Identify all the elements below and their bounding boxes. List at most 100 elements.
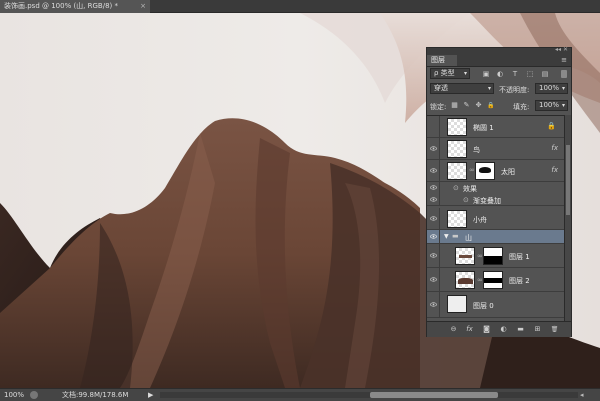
link-layers-icon[interactable]: ⊖	[449, 325, 458, 334]
visibility-toggle[interactable]	[427, 160, 440, 181]
visibility-toggle[interactable]	[427, 292, 440, 317]
scroll-arrow-icon[interactable]: ◂	[580, 389, 584, 401]
chain-link-icon: ∞	[477, 252, 483, 260]
status-bar: 100% 文档:99.8M/178.6M ▶ ◂	[0, 388, 600, 401]
add-style-icon[interactable]: fx	[465, 325, 474, 334]
filter-kind-dropdown[interactable]: ρ 类型 ▾	[430, 68, 470, 79]
image-filter-icon[interactable]: ▣	[482, 70, 490, 78]
lock-label: 锁定:	[430, 103, 447, 111]
layer-thumbnail	[447, 140, 467, 158]
layers-list: 椭圆 1 🔒 鸟 fx ∞ 太阳 fx ⊙ 效果 ⊙ 渐变叠加 小舟 ▼ ▬ 山…	[427, 115, 564, 322]
blend-mode-dropdown[interactable]: 穿透 ▾	[430, 83, 494, 94]
close-icon[interactable]: ×	[140, 0, 146, 13]
layer-row[interactable]: ∞ 图层 2	[427, 268, 564, 292]
layer-name: 椭圆 1	[473, 124, 494, 132]
chevron-down-icon: ▾	[561, 85, 565, 92]
layer-name: 图层 2	[509, 277, 530, 285]
status-info-icon[interactable]	[30, 391, 38, 399]
layers-panel: ◂◂ ✕ 图层 ≡ ρ 类型 ▾ ▣ ◐ T ⬚ ▤ 穿透 ▾ 不透明度: 100%…	[426, 46, 572, 337]
chain-link-icon: ∞	[477, 276, 483, 284]
fx-icon[interactable]: fx	[551, 166, 558, 174]
document-tab[interactable]: 装饰画.psd @ 100% (山, RGB/8) * ×	[0, 0, 150, 13]
visibility-toggle[interactable]	[427, 244, 440, 267]
effects-label: 效果	[463, 185, 477, 193]
opacity-field[interactable]: 100% ▾	[535, 83, 568, 94]
effect-row[interactable]: ⊙ 渐变叠加	[427, 194, 564, 206]
adjustment-layer-icon[interactable]: ◐	[499, 325, 508, 334]
mask-thumbnail	[483, 247, 503, 265]
mask-thumbnail	[483, 271, 503, 289]
lock-position-icon[interactable]: ✥	[475, 102, 482, 109]
mask-thumbnail	[475, 162, 495, 180]
layer-row[interactable]: ∞ 图层 1	[427, 244, 564, 268]
lock-icon: 🔒	[547, 122, 556, 130]
chevron-down-icon: ▾	[463, 70, 467, 77]
panel-menu-icon[interactable]: ≡	[561, 55, 567, 66]
eye-icon	[430, 185, 437, 190]
layer-thumbnail	[455, 247, 475, 265]
eye-icon	[430, 168, 437, 173]
layer-row[interactable]: ∞ 太阳 fx	[427, 160, 564, 182]
type-filter-icon[interactable]: T	[511, 70, 519, 78]
eye-icon	[430, 234, 437, 239]
lock-image-icon[interactable]: ✎	[463, 102, 470, 109]
visibility-toggle[interactable]	[427, 182, 440, 194]
eye-icon	[430, 277, 437, 282]
disclosure-triangle-icon[interactable]: ▼	[444, 233, 449, 240]
layer-thumbnail	[447, 210, 467, 228]
visibility-toggle[interactable]	[427, 268, 440, 291]
layer-row[interactable]: 鸟 fx	[427, 138, 564, 160]
filter-toggle-switch[interactable]	[561, 70, 567, 78]
visibility-toggle[interactable]	[427, 138, 440, 159]
fx-icon[interactable]: fx	[551, 144, 558, 152]
document-size-info: 文档:99.8M/178.6M	[62, 391, 129, 399]
layer-thumbnail	[455, 271, 475, 289]
layer-name: 太阳	[501, 168, 515, 176]
layer-row[interactable]: 小舟	[427, 208, 564, 230]
chain-link-icon: ∞	[469, 166, 475, 174]
visibility-toggle[interactable]	[427, 230, 440, 243]
trash-icon[interactable]: 🗑	[550, 325, 559, 334]
visibility-toggle[interactable]	[427, 116, 440, 137]
layer-row[interactable]: 图层 0	[427, 292, 564, 318]
visibility-toggle[interactable]	[427, 208, 440, 229]
effects-row[interactable]: ⊙ 效果	[427, 182, 564, 194]
eye-icon	[430, 146, 437, 151]
smart-object-filter-icon[interactable]: ▤	[541, 70, 549, 78]
fill-value: 100%	[539, 101, 560, 109]
horizontal-scrollbar-thumb[interactable]	[370, 392, 498, 398]
opacity-label: 不透明度:	[499, 86, 530, 94]
effects-icon: ⊙	[453, 184, 459, 192]
filter-kind-value: ρ 类型	[434, 69, 455, 77]
layer-group-row[interactable]: ▼ ▬ 山	[427, 230, 564, 244]
lock-transparent-icon[interactable]: ▦	[451, 102, 458, 109]
layer-name: 小舟	[473, 216, 487, 224]
eye-icon	[430, 253, 437, 258]
fill-field[interactable]: 100% ▾	[535, 100, 568, 111]
scrollbar-thumb[interactable]	[566, 145, 570, 215]
shape-filter-icon[interactable]: ⬚	[526, 70, 534, 78]
panel-collapse-icon[interactable]: ◂◂ ✕	[555, 46, 568, 53]
new-group-icon[interactable]: ▬	[516, 325, 525, 334]
layer-thumbnail	[447, 162, 467, 180]
layers-scrollbar[interactable]	[564, 115, 571, 321]
panel-header-strip: ◂◂ ✕	[427, 46, 571, 55]
fill-label: 填充:	[513, 103, 530, 111]
zoom-level[interactable]: 100%	[4, 389, 24, 401]
layer-thumbnail	[447, 118, 467, 136]
layer-name: 图层 1	[509, 253, 530, 261]
layer-row[interactable]: 椭圆 1 🔒	[427, 116, 564, 138]
eye-icon	[430, 216, 437, 221]
status-menu-arrow-icon[interactable]: ▶	[148, 389, 153, 401]
add-mask-icon[interactable]: ◙	[482, 325, 491, 334]
blend-mode-value: 穿透	[434, 84, 448, 92]
adjustment-filter-icon[interactable]: ◐	[496, 70, 504, 78]
horizontal-scrollbar[interactable]	[160, 392, 578, 398]
tab-layers[interactable]: 图层	[427, 55, 457, 66]
visibility-toggle[interactable]	[427, 194, 440, 205]
document-tab-title: 装饰画.psd @ 100% (山, RGB/8) *	[4, 2, 118, 10]
lock-all-icon[interactable]: 🔒	[487, 102, 494, 109]
folder-icon: ▬	[452, 232, 459, 240]
new-layer-icon[interactable]: ⊞	[533, 325, 542, 334]
eye-icon	[430, 302, 437, 307]
